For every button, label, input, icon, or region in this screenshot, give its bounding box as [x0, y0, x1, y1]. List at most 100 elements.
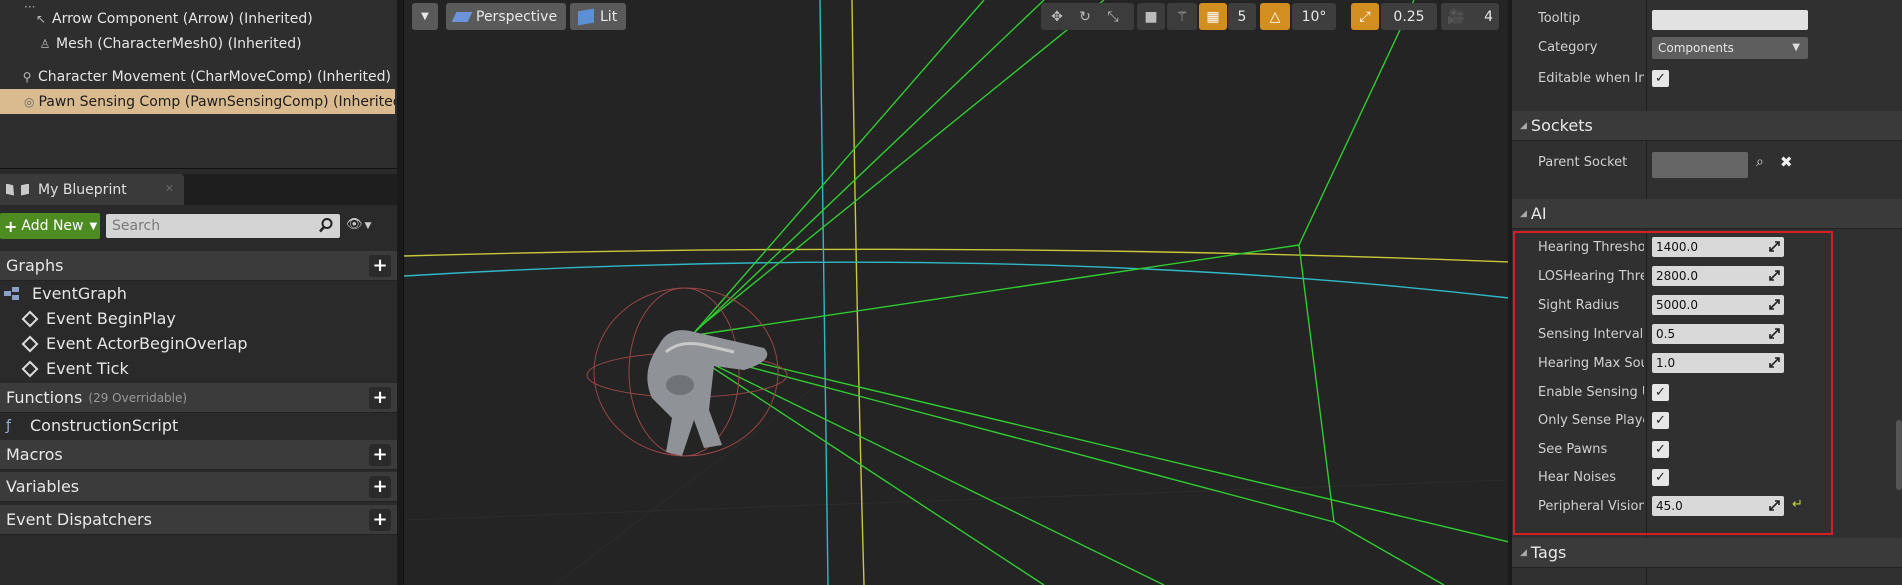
collapse-icon: ◢ [1520, 547, 1527, 558]
section-macros[interactable]: Macros + [0, 440, 397, 470]
details-scrollbar[interactable] [1896, 420, 1902, 490]
search-input[interactable]: Search [106, 214, 340, 238]
section-title: Variables [6, 477, 80, 496]
tags-header[interactable]: ◢ Tags [1512, 538, 1902, 568]
tab-label: My Blueprint [38, 181, 127, 198]
dropdown-arrow-icon: ▼ [421, 11, 429, 22]
category-label: Category [1538, 40, 1598, 55]
scale-snap-value[interactable]: 0.25 [1381, 3, 1437, 30]
my-blueprint-tabbar: My Blueprint ✕ [0, 174, 397, 205]
parent-socket-label: Parent Socket [1538, 155, 1628, 170]
view-options-button[interactable]: 👁 ▼ [346, 217, 371, 232]
blueprint-toolbar: + Add New ▼ Search 👁 ▼ [0, 211, 397, 241]
eye-icon: 👁 [346, 217, 363, 232]
section-graphs[interactable]: Graphs + [0, 251, 397, 281]
event-label: Event ActorBeginOverlap [46, 334, 248, 353]
tags-title: Tags [1530, 543, 1567, 562]
construction-script-item[interactable]: ƒ ConstructionScript [0, 413, 397, 438]
sockets-header[interactable]: ◢ Sockets [1512, 111, 1902, 141]
component-row-movement[interactable]: ⚲ Character Movement (CharMoveComp) (Inh… [0, 64, 395, 89]
add-event-dispatcher-button[interactable]: + [369, 509, 391, 531]
tab-my-blueprint[interactable]: My Blueprint ✕ [0, 174, 184, 205]
editable-row: Editable when Inhe ✓ [1512, 64, 1902, 93]
viewport[interactable]: ▼ Perspective Lit ✥ ↻ ⤡ ■ ⚚ ▦ 5 △ 10° ⤢ … [403, 0, 1508, 585]
dropdown-arrow-icon: ▼ [89, 220, 98, 232]
book-icon [6, 183, 14, 196]
scale-snap-toggle[interactable]: ⤢ [1351, 3, 1379, 30]
grid-snap-toggle[interactable]: ▦ [1199, 3, 1227, 30]
camera-speed-label: 4 [1484, 8, 1493, 25]
component-row-mesh[interactable]: ♙ Mesh (CharacterMesh0) (Inherited) [0, 31, 395, 56]
event-item-tick[interactable]: Event Tick [0, 356, 397, 381]
parent-socket-field[interactable] [1652, 152, 1748, 178]
category-select[interactable]: Components ▼ [1652, 37, 1808, 59]
search-icon [319, 218, 333, 233]
lit-cube-icon [578, 8, 594, 25]
sensing-icon: ◎ [24, 94, 35, 109]
section-title: Event Dispatchers [6, 510, 152, 529]
section-event-dispatchers[interactable]: Event Dispatchers + [0, 505, 397, 535]
lit-label: Lit [600, 8, 618, 25]
add-new-button[interactable]: + Add New ▼ [0, 213, 100, 239]
translate-icon[interactable]: ✥ [1047, 7, 1067, 27]
tooltip-label: Tooltip [1538, 11, 1581, 26]
lit-button[interactable]: Lit [570, 3, 626, 30]
section-title: Macros [6, 445, 63, 464]
tooltip-input[interactable] [1652, 10, 1808, 30]
add-graph-button[interactable]: + [369, 255, 391, 277]
event-icon [21, 335, 39, 352]
angle-icon: △ [1269, 8, 1281, 25]
viewport-options-button[interactable]: ▼ [412, 3, 438, 30]
clear-icon[interactable]: ✖ [1780, 153, 1793, 171]
add-new-label: Add New [21, 218, 84, 234]
rotation-snap-toggle[interactable]: △ [1260, 3, 1290, 30]
event-icon [21, 360, 39, 377]
add-function-button[interactable]: + [369, 387, 391, 409]
add-variable-button[interactable]: + [369, 476, 391, 498]
section-title: Functions [6, 388, 83, 407]
component-label: Arrow Component (Arrow) (Inherited) [52, 10, 313, 27]
chevron-down-icon: ▼ [1792, 42, 1800, 53]
ai-title: AI [1530, 204, 1547, 223]
world-local-toggle[interactable]: ■ [1137, 3, 1165, 30]
highlight-box [1513, 231, 1833, 535]
tooltip-row: Tooltip [1512, 4, 1902, 33]
surface-snap-toggle[interactable]: ⚚ [1167, 3, 1197, 30]
scale-icon[interactable]: ⤡ [1103, 7, 1123, 27]
function-icon: ƒ [6, 417, 11, 434]
scale-snap-label: 0.25 [1393, 8, 1425, 25]
grid-snap-label: 5 [1237, 8, 1247, 25]
camera-speed-button[interactable]: 🎥 4 [1441, 3, 1499, 30]
grid-snap-value[interactable]: 5 [1228, 3, 1256, 30]
perspective-icon [451, 11, 473, 22]
perspective-button[interactable]: Perspective [446, 3, 566, 30]
event-icon [21, 310, 39, 327]
sockets-title: Sockets [1530, 116, 1593, 135]
arrow-icon: ↖ [35, 11, 47, 26]
event-item-actorbeginoverlap[interactable]: Event ActorBeginOverlap [0, 331, 397, 356]
section-variables[interactable]: Variables + [0, 472, 397, 502]
event-label: Event Tick [46, 359, 129, 378]
component-row-arrow[interactable]: ↖ Arrow Component (Arrow) (Inherited) [0, 6, 395, 31]
viewport-scene [404, 0, 1508, 585]
rotate-icon[interactable]: ↻ [1075, 7, 1095, 27]
event-label: Event BeginPlay [46, 309, 176, 328]
rotation-snap-value[interactable]: 10° [1292, 3, 1336, 30]
component-row-pawn-sensing[interactable]: ◎ Pawn Sensing Comp (PawnSensingComp) (I… [0, 89, 395, 114]
collapse-icon: ◢ [1520, 120, 1527, 131]
collapse-icon: ◢ [1520, 208, 1527, 219]
event-item-beginplay[interactable]: Event BeginPlay [0, 306, 397, 331]
event-graph-label: EventGraph [32, 284, 127, 303]
ai-header[interactable]: ◢ AI [1512, 199, 1902, 229]
search-icon[interactable]: ⌕ [1756, 154, 1764, 170]
editable-checkbox[interactable]: ✓ [1652, 70, 1669, 87]
add-macro-button[interactable]: + [369, 444, 391, 466]
close-icon[interactable]: ✕ [165, 182, 174, 195]
component-label: Mesh (CharacterMesh0) (Inherited) [56, 35, 302, 52]
editable-label: Editable when Inhe [1538, 71, 1644, 86]
component-label: Character Movement (CharMoveComp) (Inher… [38, 68, 391, 85]
section-functions[interactable]: Functions (29 Overridable) + [0, 383, 397, 413]
event-graph-item[interactable]: EventGraph [0, 281, 397, 306]
graph-icon [4, 286, 24, 301]
plus-icon: + [4, 216, 18, 236]
